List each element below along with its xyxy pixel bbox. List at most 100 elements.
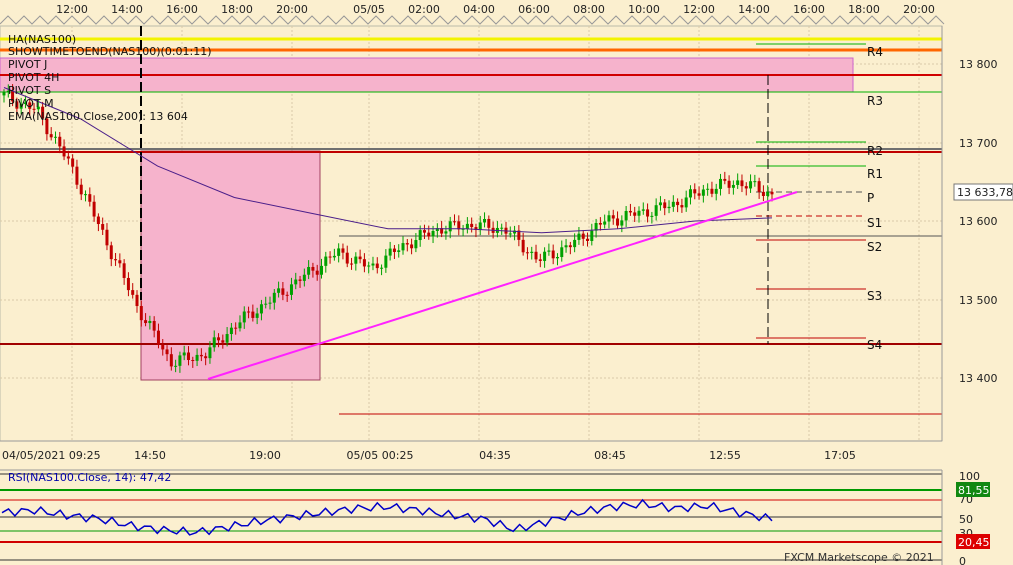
candle-body xyxy=(453,221,457,223)
candle-body xyxy=(186,352,190,361)
drop-zone-box xyxy=(140,150,321,381)
price-axis-label-1: 13 700 xyxy=(959,137,998,150)
candle-body xyxy=(311,266,315,271)
pivot-label-r1: R1 xyxy=(867,167,883,181)
candle-body xyxy=(367,265,371,267)
candle-body xyxy=(217,337,221,341)
rsi-upper-value: 81,55 xyxy=(958,484,990,497)
pivot-label-s3: S3 xyxy=(867,289,882,303)
top-axis-label-10: 10:00 xyxy=(628,3,660,16)
candle-body xyxy=(96,216,100,225)
bottom-time-axis: 04/05/2021 09:25 14:50 19:00 05/05 00:25… xyxy=(0,440,942,466)
rsi-axis-0: 0 xyxy=(959,555,966,565)
candle-body xyxy=(302,274,306,281)
candle-body xyxy=(126,277,130,291)
candle-body xyxy=(92,201,96,217)
candle-body xyxy=(315,270,319,275)
candle-body xyxy=(723,178,727,181)
candle-body xyxy=(62,146,66,157)
candle-body xyxy=(422,230,426,233)
candle-body xyxy=(573,239,577,248)
candle-body xyxy=(350,263,354,265)
candle-body xyxy=(109,245,113,260)
candle-body xyxy=(79,184,83,195)
price-chart[interactable]: 12:00 14:00 16:00 18:00 20:00 05/05 02:0… xyxy=(0,0,1013,565)
candle-body xyxy=(749,181,753,189)
watermark: FXCM Marketscope © 2021 xyxy=(784,551,934,564)
candle-body xyxy=(242,311,246,323)
bottom-axis-label-4: 04:35 xyxy=(479,449,511,462)
candle-body xyxy=(182,352,186,356)
candle-body xyxy=(654,205,658,216)
candle-body xyxy=(418,230,422,241)
candle-body xyxy=(238,322,242,329)
candle-body xyxy=(693,189,697,194)
candle-body xyxy=(272,292,276,303)
candle-body xyxy=(88,194,92,202)
candle-body xyxy=(212,337,216,348)
candle-body xyxy=(766,191,770,196)
candle-body xyxy=(714,188,718,194)
candle-body xyxy=(470,223,474,228)
candle-body xyxy=(568,245,572,248)
candle-body xyxy=(555,257,559,259)
indicator-pivot-j: PIVOT J xyxy=(8,58,47,71)
candle-body xyxy=(701,189,705,196)
top-axis-label-1: 14:00 xyxy=(111,3,143,16)
candle-body xyxy=(324,256,328,266)
candle-body xyxy=(199,354,203,357)
candle-body xyxy=(598,222,602,225)
candle-body xyxy=(538,259,542,261)
candle-body xyxy=(358,256,362,260)
candle-body xyxy=(731,184,735,188)
candle-body xyxy=(118,260,122,264)
candle-body xyxy=(204,356,208,359)
candle-body xyxy=(431,230,435,237)
bottom-axis-label-0: 04/05/2021 09:25 xyxy=(2,449,101,462)
rsi-axis-100: 100 xyxy=(959,470,980,483)
price-axis-label-3: 13 500 xyxy=(959,294,998,307)
candle-body xyxy=(354,256,358,264)
candle-body xyxy=(603,221,607,225)
pivot-label-s2: S2 xyxy=(867,240,882,254)
candle-body xyxy=(268,302,272,304)
top-axis-label-3: 18:00 xyxy=(221,3,253,16)
candle-body xyxy=(401,243,405,251)
candle-body xyxy=(427,232,431,237)
top-axis-label-14: 18:00 xyxy=(848,3,880,16)
candle-body xyxy=(105,229,109,246)
candle-body xyxy=(66,156,70,159)
pivot-label-r4: R4 xyxy=(867,45,883,59)
candle-body xyxy=(719,178,723,189)
candle-body xyxy=(332,255,336,258)
candle-body xyxy=(341,248,345,253)
candle-body xyxy=(289,284,293,295)
top-axis-label-4: 20:00 xyxy=(276,3,308,16)
candle-body xyxy=(255,313,259,318)
candle-body xyxy=(607,215,611,222)
candle-body xyxy=(757,181,761,192)
top-axis-label-8: 06:00 xyxy=(518,3,550,16)
candle-body xyxy=(191,360,195,362)
candle-body xyxy=(590,230,594,241)
candle-body xyxy=(646,209,650,217)
candle-body xyxy=(174,365,178,367)
candle-body xyxy=(165,349,169,355)
candle-body xyxy=(178,355,182,366)
candle-body xyxy=(727,180,731,188)
pivot-label-s1: S1 xyxy=(867,216,882,230)
bottom-axis-label-5: 08:45 xyxy=(594,449,626,462)
bottom-axis-label-6: 12:55 xyxy=(709,449,741,462)
rsi-lower-value: 20,45 xyxy=(958,536,990,549)
candle-body xyxy=(560,247,564,258)
candle-body xyxy=(380,267,384,269)
candle-body xyxy=(152,320,156,331)
candle-body xyxy=(753,181,757,183)
candle-body xyxy=(564,245,568,248)
top-axis-label-9: 08:00 xyxy=(573,3,605,16)
pivot-label-s4: S4 xyxy=(867,338,882,352)
candle-body xyxy=(616,218,620,226)
bottom-axis-label-7: 17:05 xyxy=(824,449,856,462)
price-axis-label-4: 13 400 xyxy=(959,372,998,385)
candle-body xyxy=(414,240,418,249)
